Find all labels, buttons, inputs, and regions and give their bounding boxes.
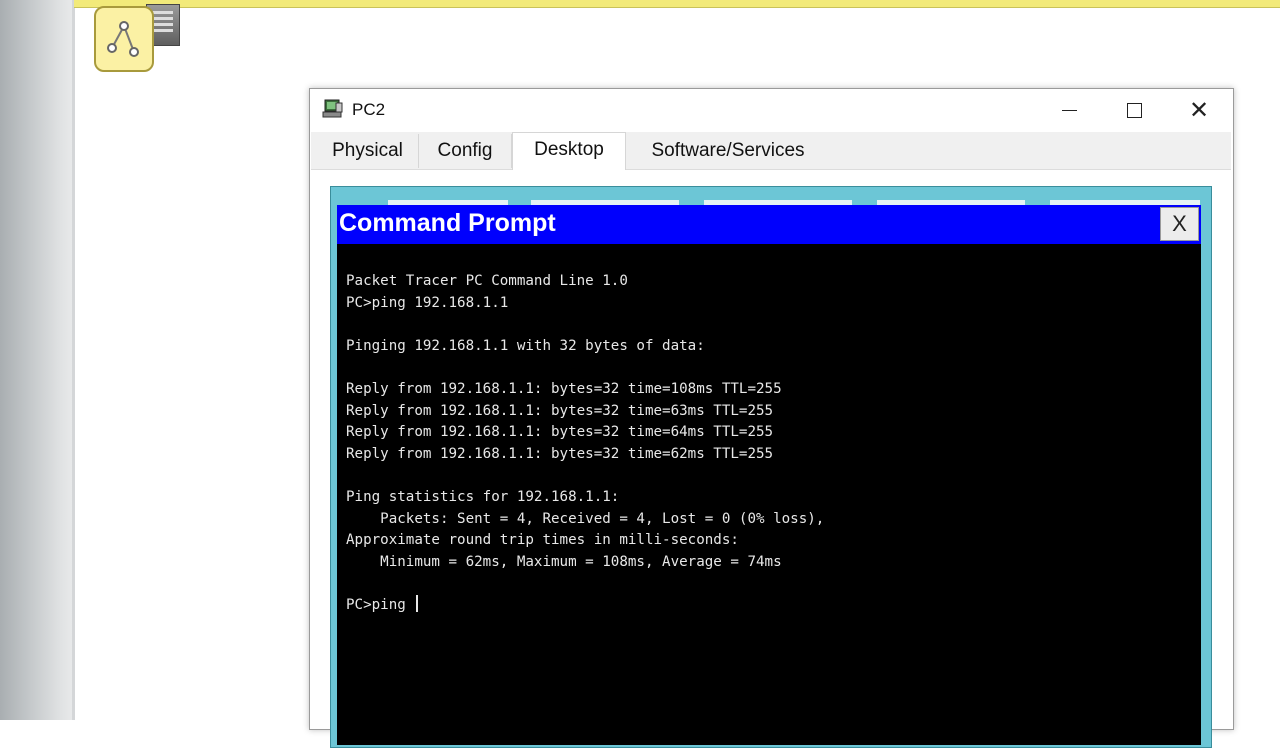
maximize-icon — [1126, 102, 1142, 118]
logical-workspace-icon[interactable] — [94, 6, 154, 72]
window-titlebar[interactable]: PC2 ✕ — [310, 89, 1233, 131]
console-line: Packet Tracer PC Command Line 1.0 — [346, 273, 628, 289]
ibeam-cursor-icon — [564, 671, 574, 697]
console-line: Approximate round trip times in milli-se… — [346, 532, 739, 549]
console-input-line[interactable]: PC>ping — [346, 594, 1186, 617]
tab-physical[interactable]: Physical — [317, 134, 419, 168]
tab-software-services[interactable]: Software/Services — [625, 134, 831, 168]
command-prompt-close-button[interactable]: X — [1160, 207, 1199, 241]
left-panel-edge — [72, 0, 75, 720]
top-toolbar-band — [74, 0, 1280, 8]
console-line: Packets: Sent = 4, Received = 4, Lost = … — [346, 510, 825, 527]
command-prompt-titlebar: Command Prompt X — [337, 205, 1201, 244]
console-output[interactable]: Packet Tracer PC Command Line 1.0 PC>ping… — [346, 271, 1186, 731]
command-prompt-title: Command Prompt — [339, 209, 556, 237]
tab-config[interactable]: Config — [419, 134, 512, 168]
console-line: Reply from 192.168.1.1: bytes=32 time=63… — [346, 402, 774, 419]
minimize-icon — [1061, 109, 1077, 111]
text-caret — [416, 594, 418, 612]
close-button[interactable]: ✕ — [1171, 91, 1227, 129]
command-prompt-window: Command Prompt X Packet Tracer PC Comman… — [337, 205, 1201, 745]
workspace-icon-group[interactable] — [90, 0, 190, 75]
maximize-button[interactable] — [1106, 91, 1162, 129]
console-line: Ping statistics for 192.168.1.1: — [346, 488, 620, 505]
pc-app-icon — [322, 99, 344, 119]
console-line: PC>ping 192.168.1.1 — [346, 294, 509, 311]
console-line: Minimum = 62ms, Maximum = 108ms, Average… — [346, 553, 782, 570]
console-line: Pinging 192.168.1.1 with 32 bytes of dat… — [346, 337, 705, 354]
pc2-window: PC2 ✕ Physical Config Desktop Software/S… — [309, 88, 1234, 748]
desktop-area: Command Prompt X Packet Tracer PC Comman… — [330, 186, 1212, 748]
close-icon: ✕ — [1188, 96, 1210, 124]
minimize-button[interactable] — [1041, 91, 1097, 129]
window-title: PC2 — [352, 100, 386, 119]
console-line: Reply from 192.168.1.1: bytes=32 time=62… — [346, 445, 774, 462]
console-line: Reply from 192.168.1.1: bytes=32 time=10… — [346, 380, 782, 397]
device-tabbar: Physical Config Desktop Software/Service… — [311, 132, 1231, 170]
left-panel-strip — [0, 0, 74, 720]
console-line: Reply from 192.168.1.1: bytes=32 time=64… — [346, 424, 774, 441]
tab-desktop[interactable]: Desktop — [512, 132, 626, 170]
console-input-text: PC>ping — [346, 596, 415, 613]
